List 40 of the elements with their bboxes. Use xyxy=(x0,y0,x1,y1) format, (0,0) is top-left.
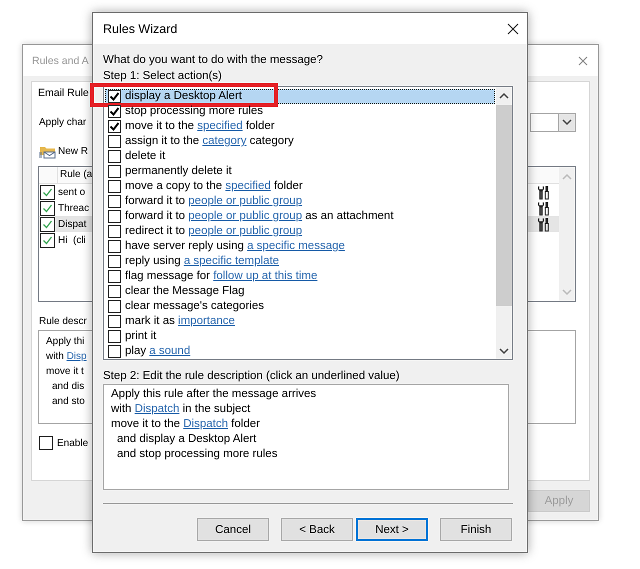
description-line: and stop processing more rules xyxy=(116,447,278,462)
description-line: and display a Desktop Alert xyxy=(116,432,256,447)
action-text: permanently delete it xyxy=(125,164,232,179)
action-text: forward it to people or public group xyxy=(125,194,302,209)
description-line: move it to the Dispatch folder xyxy=(111,417,260,432)
action-text: clear message's categories xyxy=(125,299,264,314)
description-line: and sto xyxy=(51,395,85,409)
label: Rule descr xyxy=(39,316,87,326)
description-line: with Disp xyxy=(46,350,87,364)
section-label: Step 1: Select action(s) xyxy=(103,69,223,84)
action-text: play a sound xyxy=(125,344,190,359)
action-text: assign it to the category category xyxy=(125,134,294,149)
description-line: Apply this rule after the message arrives xyxy=(111,387,316,402)
rule-name: sent o xyxy=(58,186,86,198)
action-text: stop processing more rules xyxy=(125,104,264,119)
rule-name: Hi (cli xyxy=(58,234,86,246)
action-text: display a Desktop Alert xyxy=(125,89,242,104)
description-line: with Dispatch in the subject xyxy=(111,402,250,417)
action-text: clear the Message Flag xyxy=(125,284,245,299)
window-title: Rules Wizard xyxy=(103,22,178,36)
action-text: have server reply using a specific message xyxy=(125,239,345,254)
action-text: move a copy to the specified folder xyxy=(125,179,303,194)
description-line: Apply thi xyxy=(46,335,84,349)
action-text: reply using a specific template xyxy=(125,254,280,269)
action-text: flag message for follow up at this time xyxy=(125,269,318,284)
window-title: Rules and A xyxy=(32,54,89,66)
checkbox-label: Enable xyxy=(57,438,88,448)
rule-name: Dispat xyxy=(58,218,86,230)
description-line: and dis xyxy=(51,380,84,394)
action-text: print it xyxy=(125,329,156,344)
description-line: move it t xyxy=(46,365,84,379)
rule-name: Threac xyxy=(58,202,90,214)
section-label: Step 2: Edit the rule description (click an underlined value) xyxy=(103,369,401,384)
action-text: forward it to people or public group as an attachment xyxy=(125,209,394,224)
label: Apply char xyxy=(39,116,86,128)
action-text: redirect it to people or public group xyxy=(125,224,302,239)
question-text: What do you want to do with the message? xyxy=(103,53,324,68)
action-text: mark it as importance xyxy=(125,314,235,329)
action-text: delete it xyxy=(125,149,166,164)
action-text: move it to the specified folder xyxy=(125,119,275,134)
